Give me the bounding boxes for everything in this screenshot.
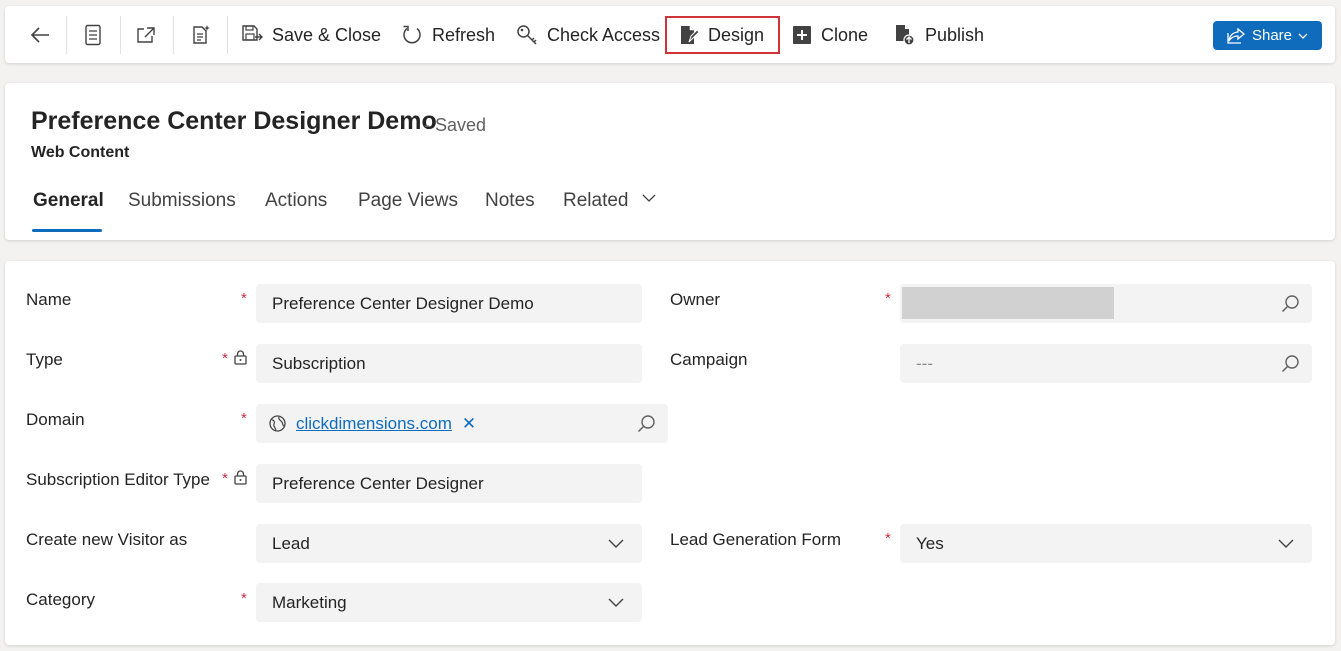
general-form-section: Name * Preference Center Designer Demo O…	[5, 261, 1335, 645]
lead-gen-select[interactable]: Yes	[900, 524, 1312, 563]
document-sparkle-icon	[193, 25, 210, 44]
open-new-window-button[interactable]	[129, 18, 163, 52]
design-button[interactable]: Design	[665, 16, 780, 54]
chevron-down-icon	[1278, 539, 1294, 548]
clone-label: Clone	[821, 24, 869, 45]
refresh-icon	[403, 25, 421, 44]
chevron-down-icon	[608, 539, 624, 548]
toolbar-divider	[66, 16, 67, 54]
search-icon[interactable]	[1281, 294, 1300, 313]
tab-submissions[interactable]: Submissions	[128, 190, 236, 212]
lead-gen-value: Yes	[916, 533, 944, 553]
clone-icon	[793, 26, 811, 44]
visitor-label: Create new Visitor as	[26, 530, 188, 549]
search-icon[interactable]	[637, 414, 656, 433]
record-header: Preference Center Designer Demo - Saved …	[5, 83, 1335, 240]
campaign-lookup-field[interactable]: ---	[900, 344, 1312, 383]
editor-type-label: Subscription Editor Type	[26, 470, 210, 489]
lock-icon	[234, 350, 247, 365]
globe-icon	[269, 415, 286, 432]
publish-label: Publish	[925, 24, 985, 45]
category-select[interactable]: Marketing	[256, 583, 642, 622]
campaign-label: Campaign	[670, 350, 748, 369]
share-label: Share	[1251, 27, 1293, 44]
tab-general[interactable]: General	[33, 190, 104, 212]
publish-button[interactable]: Publish	[894, 17, 984, 53]
chevron-down-icon	[1298, 33, 1308, 39]
name-value: Preference Center Designer Demo	[272, 293, 534, 313]
share-button[interactable]: Share	[1213, 21, 1322, 50]
required-indicator: *	[885, 530, 891, 547]
name-field[interactable]: Preference Center Designer Demo	[256, 284, 642, 323]
editor-type-field[interactable]: Preference Center Designer	[256, 464, 642, 503]
tab-list: General Submissions Actions Page Views N…	[5, 183, 1335, 233]
redacted-owner-value	[902, 287, 1114, 319]
search-icon[interactable]	[1281, 354, 1300, 373]
visitor-value: Lead	[272, 533, 310, 553]
editor-type-value: Preference Center Designer	[272, 473, 484, 493]
name-label: Name	[26, 290, 72, 309]
tab-page-views[interactable]: Page Views	[358, 190, 458, 212]
share-icon	[1227, 27, 1245, 44]
clone-button[interactable]: Clone	[792, 17, 868, 53]
lead-gen-label: Lead Generation Form	[670, 530, 842, 549]
required-indicator: *	[222, 470, 228, 487]
domain-chip: clickdimensions.com ✕	[269, 414, 476, 434]
required-indicator: *	[241, 590, 247, 607]
visitor-select[interactable]: Lead	[256, 524, 642, 563]
design-label: Design	[708, 24, 765, 45]
active-tab-indicator	[32, 229, 102, 232]
back-button[interactable]	[23, 18, 57, 52]
back-arrow-icon	[30, 27, 49, 43]
required-indicator: *	[241, 290, 247, 307]
domain-link[interactable]: clickdimensions.com	[296, 414, 452, 434]
tab-related-label: Related	[563, 190, 629, 211]
save-close-button[interactable]: Save & Close	[241, 17, 381, 53]
tab-actions[interactable]: Actions	[265, 190, 327, 212]
chevron-down-icon	[642, 194, 656, 202]
form-view-button[interactable]	[76, 18, 110, 52]
design-edit-icon	[681, 26, 699, 44]
key-search-icon	[517, 25, 537, 45]
chevron-down-icon	[608, 598, 624, 607]
type-value: Subscription	[272, 353, 366, 373]
refresh-label: Refresh	[432, 24, 496, 45]
category-label: Category	[26, 590, 95, 609]
required-indicator: *	[885, 290, 891, 307]
save-close-icon	[242, 25, 263, 41]
publish-document-icon	[896, 25, 915, 46]
command-bar: Save & Close Refresh Check Access Design…	[5, 6, 1335, 63]
lock-icon	[234, 470, 247, 485]
save-status: - Saved	[424, 115, 487, 135]
owner-lookup-field[interactable]	[900, 284, 1312, 323]
campaign-value: ---	[916, 353, 933, 373]
check-access-label: Check Access	[547, 24, 661, 45]
domain-lookup-field[interactable]: clickdimensions.com ✕	[256, 404, 668, 443]
toolbar-divider	[120, 16, 121, 54]
document-icon	[85, 24, 101, 46]
remove-domain-icon[interactable]: ✕	[462, 414, 476, 434]
check-access-button[interactable]: Check Access	[516, 17, 660, 53]
tab-notes[interactable]: Notes	[485, 190, 535, 212]
refresh-button[interactable]: Refresh	[401, 17, 495, 53]
type-field[interactable]: Subscription	[256, 344, 642, 383]
entity-name: Web Content	[31, 144, 130, 161]
toolbar-divider	[173, 16, 174, 54]
required-indicator: *	[241, 410, 247, 427]
save-close-label: Save & Close	[272, 24, 382, 45]
domain-label: Domain	[26, 410, 85, 429]
owner-label: Owner	[670, 290, 721, 309]
tab-related[interactable]: Related	[563, 190, 656, 212]
open-in-new-window-icon	[137, 27, 155, 43]
process-button[interactable]	[183, 18, 217, 52]
category-value: Marketing	[272, 592, 347, 612]
record-title: Preference Center Designer Demo	[31, 107, 437, 135]
required-indicator: *	[222, 350, 228, 367]
type-label: Type	[26, 350, 63, 369]
toolbar-divider	[227, 16, 228, 54]
